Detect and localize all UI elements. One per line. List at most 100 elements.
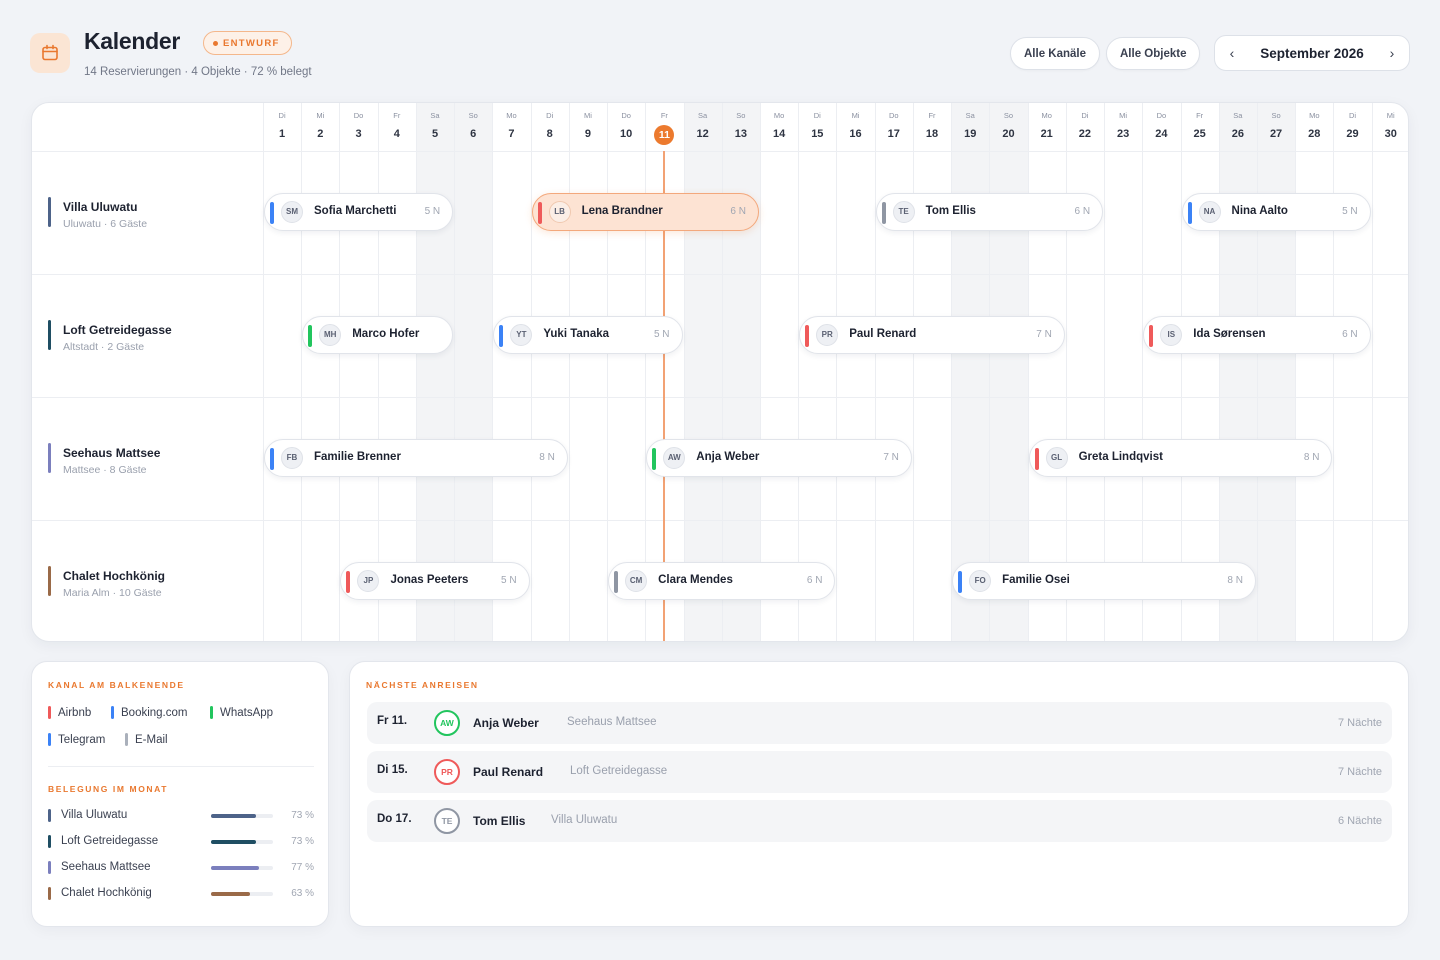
status-badge: ENTWURF [203, 31, 292, 55]
day-number: 7 [508, 128, 515, 140]
guest-avatar: AW [663, 447, 686, 469]
day-number: 2 [317, 128, 324, 140]
occupancy-percent: 73 % [291, 810, 314, 821]
nights-count: 8 N [1303, 452, 1320, 463]
channel-indicator [1187, 202, 1192, 224]
day-header: Fr 18 [913, 103, 951, 151]
guest-avatar: TE [892, 201, 915, 223]
property-details: Altstadt · 2 Gäste [63, 341, 145, 353]
chevron-right-icon[interactable]: › [1385, 45, 1399, 61]
day-column [301, 103, 339, 641]
guest-avatar: NA [1198, 201, 1221, 223]
channel-legend-item: WhatsApp [210, 706, 273, 719]
day-column [874, 103, 913, 641]
arrival-row[interactable]: Fr 11. AW Anja Weber Seehaus Mattsee 7 Nächt… [367, 702, 1392, 744]
guest-name: Familie Brenner [314, 451, 401, 463]
header-divider [32, 151, 1408, 152]
reservation-bar[interactable]: FO Familie Osei 8 N [952, 562, 1256, 600]
occupancy-fill [211, 892, 251, 896]
occupancy-fill [211, 814, 257, 818]
reservation-bar[interactable]: GL Greta Lindqvist 8 N [1028, 439, 1333, 477]
day-header: Fr 11 [645, 103, 683, 151]
channel-filter-button[interactable]: Alle Kanäle [1010, 37, 1100, 70]
reservation-bar[interactable]: JP Jonas Peeters 5 N [340, 562, 530, 600]
row-divider [32, 520, 1408, 521]
reservation-bar[interactable]: YT Yuki Tanaka 5 N [493, 316, 683, 354]
guest-name: Tom Ellis [925, 205, 976, 217]
property-name: Seehaus Mattsee [63, 446, 161, 460]
channel-legend-item: Telegram [48, 733, 105, 746]
occupancy-row: Chalet Hochkönig 63 % [48, 886, 314, 902]
property-color-bar [48, 566, 51, 596]
guest-avatar: YT [510, 324, 533, 346]
reservation-bar[interactable]: PR Paul Renard 7 N [799, 316, 1065, 354]
row-divider [32, 397, 1408, 398]
day-header: Mo 21 [1028, 103, 1066, 151]
channel-indicator [308, 325, 313, 347]
day-column [263, 103, 301, 641]
guest-name: Tom Ellis [473, 814, 526, 828]
guest-name: Clara Mendes [658, 574, 733, 586]
reservation-bar[interactable]: MH Marco Hofer [302, 316, 454, 354]
nights-count: 5 N [501, 575, 517, 586]
weekday-label: Mi [851, 111, 860, 120]
channel-indicator [1149, 325, 1154, 347]
property-name: Chalet Hochkönig [63, 569, 166, 583]
channel-label: E-Mail [135, 733, 168, 746]
weekday-label: Mo [1041, 111, 1052, 120]
day-number: 8 [546, 128, 553, 140]
weekday-label: Mi [583, 111, 592, 120]
day-header: Sa 5 [416, 103, 454, 151]
guest-name: Sofia Marchetti [314, 205, 397, 217]
day-number: 3 [355, 128, 362, 140]
property-swatch [48, 835, 51, 848]
chevron-left-icon[interactable]: ‹ [1225, 45, 1239, 61]
occupancy-percent: 77 % [291, 862, 314, 873]
day-number: 25 [1193, 128, 1206, 140]
weekday-label: Sa [430, 111, 440, 120]
reservation-bar[interactable]: IS Ida Sørensen 6 N [1143, 316, 1371, 354]
day-number: 24 [1155, 128, 1168, 140]
arrival-row[interactable]: Do 17. TE Tom Ellis Villa Uluwatu 6 Nächte [367, 800, 1392, 842]
guest-avatar: IS [1160, 324, 1183, 346]
reservation-bar[interactable]: CM Clara Mendes 6 N [608, 562, 836, 600]
reservation-bar[interactable]: FB Familie Brenner 8 N [264, 439, 568, 477]
reservation-bar[interactable]: AW Anja Weber 7 N [646, 439, 912, 477]
weekday-label: Di [1348, 111, 1357, 120]
channel-label: Telegram [58, 733, 106, 746]
occupancy-percent: 63 % [291, 888, 314, 899]
reservation-bar[interactable]: NA Nina Aalto 5 N [1181, 193, 1371, 231]
arrival-row[interactable]: Di 15. PR Paul Renard Loft Getreidegasse 7 N… [367, 751, 1392, 793]
channel-label: Airbnb [58, 706, 92, 719]
weekday-label: Fr [660, 111, 668, 120]
occupancy-label: Loft Getreidegasse [61, 835, 159, 847]
occupancy-bar [211, 866, 273, 870]
day-header: Di 29 [1333, 103, 1371, 151]
occupancy-row: Villa Uluwatu 73 % [48, 808, 314, 824]
day-column [1371, 103, 1408, 641]
reservation-bar[interactable]: SM Sofia Marchetti 5 N [264, 193, 454, 231]
guest-avatar: FO [969, 570, 992, 592]
reservation-bar[interactable]: TE Tom Ellis 6 N [875, 193, 1104, 231]
nights-count: 7 Nächte [1337, 766, 1382, 778]
nights-count: 6 Nächte [1337, 815, 1382, 827]
day-header: Sa 26 [1219, 103, 1257, 151]
property-label: Loft Getreidegasse Altstadt · 2 Gäste [48, 320, 248, 353]
weekday-label: Di [546, 111, 554, 120]
day-header: Di 22 [1066, 103, 1104, 151]
weekday-label: Mi [316, 111, 325, 120]
guest-name: Paul Renard [473, 765, 544, 779]
object-filter-button[interactable]: Alle Objekte [1106, 37, 1201, 70]
guest-name: Greta Lindqvist [1078, 451, 1163, 463]
occupancy-fill [211, 840, 257, 844]
guest-avatar: FB [281, 447, 303, 469]
guest-name: Nina Aalto [1231, 205, 1288, 217]
status-badge-label: ENTWURF [223, 37, 280, 49]
channel-indicator [652, 448, 657, 470]
day-column [1333, 103, 1371, 641]
day-header: Mi 30 [1372, 103, 1408, 151]
reservation-bar[interactable]: LB Lena Brandner 6 N [531, 193, 759, 231]
day-column [836, 103, 874, 641]
guest-name: Marco Hofer [352, 328, 420, 340]
day-number: 1 [279, 128, 286, 140]
